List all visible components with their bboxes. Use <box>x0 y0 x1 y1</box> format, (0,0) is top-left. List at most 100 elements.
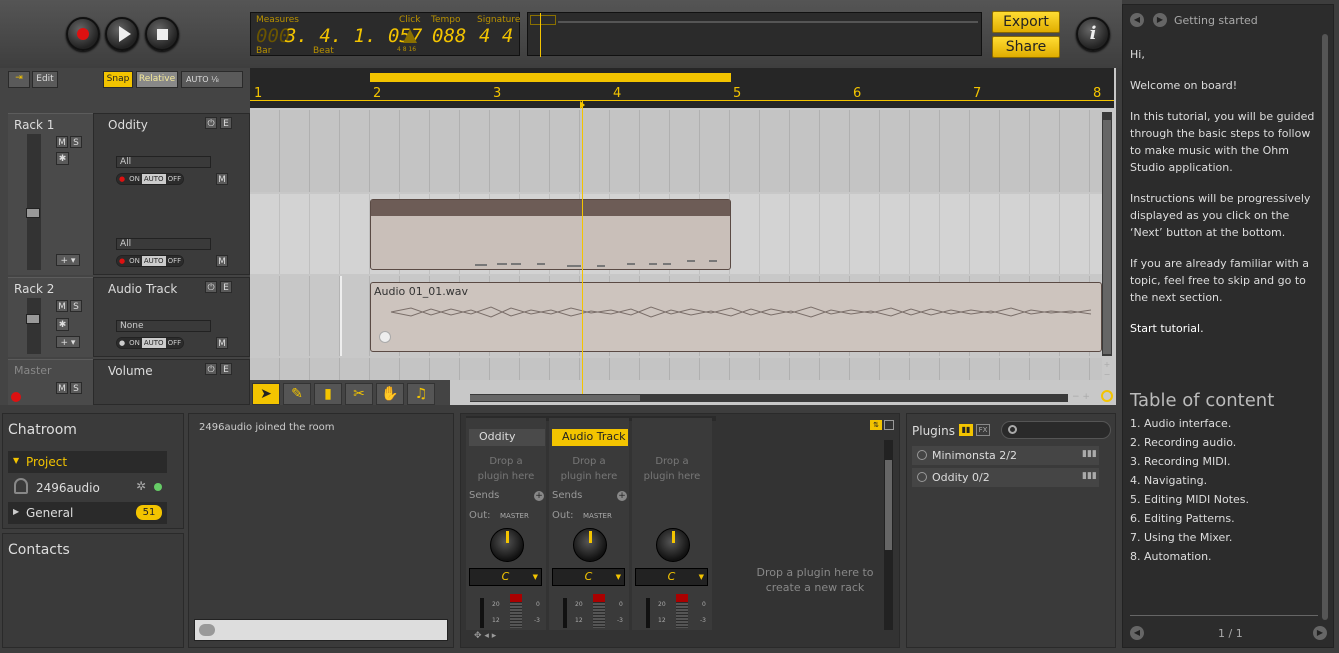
horizontal-scrollbar[interactable] <box>470 394 1068 402</box>
quantize-select[interactable]: AUTO ¹⁄₈ <box>181 71 243 88</box>
plugin-item[interactable]: Oddity 0/2 ▮▮▮ <box>912 468 1099 487</box>
toc-item[interactable]: 8. Automation. <box>1130 547 1249 566</box>
solo-button[interactable]: S <box>70 382 82 394</box>
mute-button[interactable]: M <box>56 382 68 394</box>
pencil-tool-button[interactable]: ✎ <box>283 383 311 405</box>
add-send-button[interactable]: + <box>534 491 544 501</box>
tutorial-next-button[interactable]: ▶ <box>1313 626 1327 640</box>
tutorial-back-button[interactable]: ◀ <box>1130 13 1144 27</box>
add-send-button[interactable]: + <box>617 491 627 501</box>
record-button[interactable] <box>66 17 100 51</box>
solo-button[interactable]: S <box>70 136 82 148</box>
monitor-button[interactable]: M <box>216 337 228 349</box>
overview-strip[interactable] <box>527 12 982 57</box>
editor-button[interactable]: E <box>220 117 232 129</box>
mixer-view-toggle[interactable]: ⇅ <box>870 420 882 430</box>
pointer-tool-button[interactable]: ➤ <box>252 383 280 405</box>
pan-knob[interactable] <box>573 528 607 562</box>
project-group[interactable]: ▼ Project <box>8 451 167 473</box>
key-display[interactable]: C ▼ <box>552 568 625 586</box>
volume-fader[interactable] <box>26 134 41 270</box>
toc-item[interactable]: 1. Audio interface. <box>1130 414 1249 433</box>
pan-knob[interactable] <box>490 528 524 562</box>
volume-fader[interactable] <box>26 298 41 354</box>
overview-window[interactable] <box>530 15 556 25</box>
track-lane-1[interactable] <box>250 110 1102 192</box>
monitor-button-2[interactable]: M <box>216 255 228 267</box>
mixer-scrollbar[interactable] <box>884 440 893 630</box>
follow-button[interactable]: ⇥ <box>8 71 30 88</box>
tutorial-forward-button[interactable]: ▶ <box>1153 13 1167 27</box>
add-track-button[interactable]: + ▾ <box>56 336 80 348</box>
chat-input[interactable] <box>194 619 448 641</box>
midi-input-select[interactable]: All <box>116 156 211 168</box>
settings-icon[interactable]: ✱ <box>56 318 69 331</box>
signature-value[interactable]: 4 4 <box>479 25 513 47</box>
record-arm-toggle[interactable]: ● ON AUTO OFF <box>116 173 185 185</box>
key-display[interactable]: C ▼ <box>635 568 708 586</box>
snap-button[interactable]: Snap <box>103 71 133 88</box>
tutorial-scrollbar[interactable] <box>1322 34 1328 620</box>
loop-range[interactable] <box>370 73 731 82</box>
channel-fader[interactable] <box>646 598 650 628</box>
mixer-settings-icon[interactable] <box>884 420 894 430</box>
output-target[interactable]: MASTER <box>500 512 529 520</box>
edit-button[interactable]: Edit <box>32 71 58 88</box>
vertical-scrollbar[interactable] <box>1102 112 1112 356</box>
share-button[interactable]: Share <box>992 36 1060 58</box>
tutorial-prev-button[interactable]: ◀ <box>1130 626 1144 640</box>
audition-tool-button[interactable]: ♫ <box>407 383 435 405</box>
eraser-tool-button[interactable]: ▮ <box>314 383 342 405</box>
power-button[interactable]: ⏻ <box>205 281 217 293</box>
record-arm-toggle[interactable]: ● ON AUTO OFF <box>116 337 185 349</box>
toc-item[interactable]: 7. Using the Mixer. <box>1130 528 1249 547</box>
fx-filter-button[interactable]: FX <box>976 424 990 436</box>
editor-button[interactable]: E <box>220 281 232 293</box>
mute-button[interactable]: M <box>56 136 68 148</box>
plugin-item[interactable]: Minimonsta 2/2 ▮▮▮ <box>912 446 1099 465</box>
channel-name[interactable]: Oddity <box>469 429 545 446</box>
insert-drop-zone[interactable]: Drop a plugin here <box>474 454 538 484</box>
instruments-filter-button[interactable]: ▮▮ <box>959 424 973 436</box>
add-track-button[interactable]: + ▾ <box>56 254 80 266</box>
record-arm-toggle-2[interactable]: ● ON AUTO OFF <box>116 255 185 267</box>
monitor-button[interactable]: M <box>216 173 228 185</box>
clip-gain-icon[interactable] <box>379 331 391 343</box>
midi-pattern-clip[interactable] <box>370 199 731 270</box>
channel-name[interactable]: Audio Track <box>552 429 628 446</box>
editor-button[interactable]: E <box>220 363 232 375</box>
tempo-value[interactable]: 088 <box>432 25 466 47</box>
power-button[interactable]: ⏻ <box>205 363 217 375</box>
mute-button[interactable]: M <box>56 300 68 312</box>
track-lane-4[interactable] <box>250 358 1102 380</box>
metronome-icon[interactable] <box>403 29 417 43</box>
zoom-controls[interactable]: + − <box>1102 360 1112 382</box>
toc-item[interactable]: 3. Recording MIDI. <box>1130 452 1249 471</box>
horizontal-zoom-controls[interactable]: − + <box>1072 392 1096 402</box>
toc-item[interactable]: 2. Recording audio. <box>1130 433 1249 452</box>
settings-icon[interactable]: ✱ <box>56 152 69 165</box>
channel-fader[interactable] <box>480 598 484 628</box>
user-row[interactable]: 2496audio ✲ <box>8 476 167 498</box>
insert-drop-zone[interactable]: Drop a plugin here <box>557 454 621 484</box>
solo-button[interactable]: S <box>70 300 82 312</box>
stop-button[interactable] <box>145 17 179 51</box>
search-icon[interactable] <box>1101 390 1113 402</box>
toc-item[interactable]: 4. Navigating. <box>1130 471 1249 490</box>
power-button[interactable]: ⏻ <box>205 117 217 129</box>
insert-drop-zone[interactable]: Drop a plugin here <box>640 454 704 484</box>
play-button[interactable] <box>105 17 139 51</box>
midi-input-select-2[interactable]: All <box>116 238 211 250</box>
pan-knob[interactable] <box>656 528 690 562</box>
channel-fader[interactable] <box>563 598 567 628</box>
general-group[interactable]: ▶ General 51 <box>8 502 167 524</box>
toc-item[interactable]: 6. Editing Patterns. <box>1130 509 1249 528</box>
export-button[interactable]: Export <box>992 11 1060 33</box>
start-tutorial-link[interactable]: Start tutorial. <box>1130 320 1320 337</box>
relative-button[interactable]: Relative <box>136 71 178 88</box>
gear-icon[interactable]: ✲ <box>136 479 146 493</box>
info-button[interactable]: i <box>1076 17 1110 51</box>
audio-clip[interactable]: Audio 01_01.wav <box>370 282 1102 352</box>
new-rack-drop-zone[interactable]: Drop a plugin here to create a new rack <box>755 565 875 595</box>
plugin-search-input[interactable] <box>1001 421 1111 439</box>
